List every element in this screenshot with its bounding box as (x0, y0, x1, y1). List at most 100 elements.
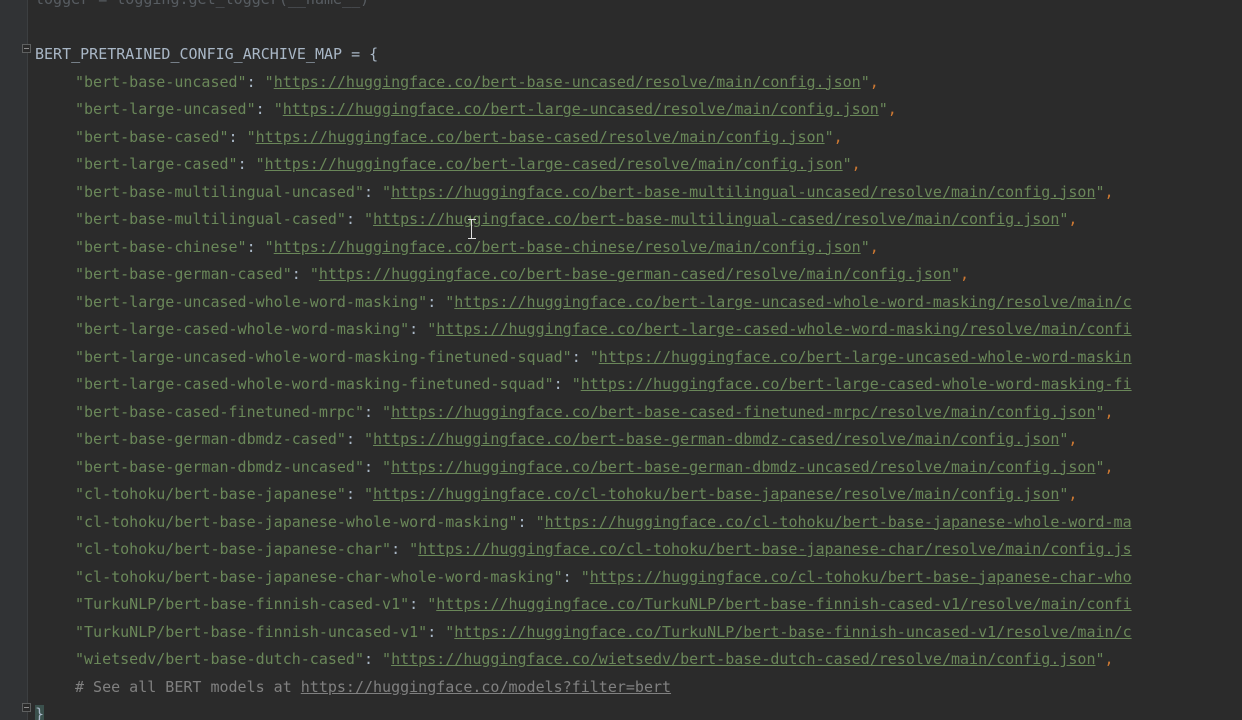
map-entry-line: "cl-tohoku/bert-base-japanese-char": "ht… (35, 536, 1242, 564)
entry-url-link[interactable]: https://huggingface.co/bert-large-cased-… (581, 375, 1132, 393)
comment-link[interactable]: https://huggingface.co/models?filter=ber… (301, 678, 671, 696)
entry-key: "bert-base-german-dbmdz-uncased" (75, 457, 364, 476)
map-entry-line: "bert-base-multilingual-uncased": "https… (35, 179, 1242, 207)
entry-key: "TurkuNLP/bert-base-finnish-uncased-v1" (75, 622, 428, 641)
entry-key: "wietsedv/bert-base-dutch-cased" (75, 650, 364, 668)
map-entry-line: "bert-base-german-cased": "https://huggi… (35, 261, 1242, 289)
entry-colon: : (517, 512, 536, 531)
entry-end-quote: " (842, 155, 852, 173)
entry-colon: : (571, 347, 590, 366)
entry-url-link[interactable]: https://huggingface.co/bert-base-uncased… (274, 73, 861, 91)
entry-url-link[interactable]: https://huggingface.co/bert-large-cased-… (436, 320, 1131, 338)
entry-end-quote: " (860, 237, 870, 256)
fold-close-icon[interactable] (22, 703, 31, 712)
entry-colon: : (345, 430, 364, 448)
entry-comma: , (960, 265, 970, 283)
entry-url-link[interactable]: https://huggingface.co/cl-tohoku/bert-ba… (418, 540, 1131, 558)
entry-url-link[interactable]: https://huggingface.co/cl-tohoku/bert-ba… (545, 513, 1132, 531)
entry-key: "TurkuNLP/bert-base-finnish-cased-v1" (75, 595, 410, 613)
map-entry-line: "bert-base-cased-finetuned-mrpc": "https… (35, 399, 1242, 427)
comment-text: # See all BERT models at (75, 677, 301, 696)
entry-comma: , (1068, 210, 1078, 228)
entry-quote: " (580, 567, 590, 586)
entry-colon: : (562, 567, 581, 586)
editor-gutter[interactable] (0, 0, 28, 720)
entry-quote: " (445, 292, 455, 311)
map-entry-line: "bert-base-german-dbmdz-cased": "https:/… (35, 426, 1242, 454)
entry-comma: , (833, 127, 843, 146)
entry-url-link[interactable]: https://huggingface.co/TurkuNLP/bert-bas… (436, 595, 1131, 613)
entry-colon: : (427, 292, 446, 311)
entry-url-link[interactable]: https://huggingface.co/bert-base-chinese… (274, 238, 861, 256)
entry-key: "bert-base-multilingual-cased" (75, 210, 346, 228)
map-entry-line: "bert-large-uncased-whole-word-masking-f… (35, 344, 1242, 372)
entry-colon: : (246, 72, 265, 91)
entry-colon: : (345, 210, 364, 228)
entry-quote: " (255, 155, 265, 173)
entry-url-link[interactable]: https://huggingface.co/cl-tohoku/bert-ba… (590, 568, 1132, 586)
fold-open-icon[interactable] (22, 44, 31, 53)
entry-end-quote: " (824, 127, 834, 146)
code-area[interactable]: logger = logging.get_logger(__name__) BE… (35, 0, 1242, 720)
entry-url-link[interactable]: https://huggingface.co/bert-base-german-… (373, 430, 1059, 448)
entry-url-link[interactable]: https://huggingface.co/bert-base-cased/r… (256, 128, 825, 146)
entry-colon: : (427, 622, 446, 641)
entry-colon: : (255, 100, 274, 118)
entry-quote: " (273, 100, 283, 118)
map-entry-line: "bert-base-uncased": "https://huggingfac… (35, 69, 1242, 97)
entry-url-link[interactable]: https://huggingface.co/bert-large-cased/… (265, 155, 843, 173)
entry-end-quote: " (951, 265, 961, 283)
entry-quote: " (246, 127, 256, 146)
entry-colon: : (391, 540, 410, 558)
entry-key: "bert-base-cased" (75, 127, 229, 146)
map-name: BERT_PRETRAINED_CONFIG_ARCHIVE_MAP (35, 45, 343, 63)
entry-quote: " (364, 485, 374, 503)
entry-url-link[interactable]: https://huggingface.co/bert-base-german-… (319, 265, 951, 283)
entry-key: "bert-base-german-cased" (75, 265, 292, 283)
code-line-comment: # See all BERT models at https://hugging… (35, 674, 1242, 702)
entry-url-link[interactable]: https://huggingface.co/bert-large-uncase… (599, 348, 1132, 366)
entry-end-quote: " (878, 100, 888, 118)
map-entries: "bert-base-uncased": "https://huggingfac… (35, 69, 1242, 674)
code-editor[interactable]: logger = logging.get_logger(__name__) BE… (0, 0, 1242, 720)
entry-url-link[interactable]: https://huggingface.co/bert-base-cased-f… (391, 403, 1095, 421)
entry-url-link[interactable]: https://huggingface.co/bert-base-multili… (391, 183, 1095, 201)
map-entry-line: "cl-tohoku/bert-base-japanese": "https:/… (35, 481, 1242, 509)
entry-url-link[interactable]: https://huggingface.co/bert-large-uncase… (454, 293, 1131, 311)
entry-key: "bert-base-uncased" (75, 72, 247, 91)
entry-url-link[interactable]: https://huggingface.co/TurkuNLP/bert-bas… (454, 623, 1131, 641)
entry-quote: " (264, 72, 274, 91)
entry-quote: " (364, 210, 374, 228)
entry-key: "cl-tohoku/bert-base-japanese-whole-word… (75, 512, 518, 531)
entry-url-link[interactable]: https://huggingface.co/cl-tohoku/bert-ba… (373, 485, 1059, 503)
entry-key: "bert-large-uncased-whole-word-masking" (75, 292, 428, 311)
entry-colon: : (237, 155, 256, 173)
entry-key: "cl-tohoku/bert-base-japanese" (75, 485, 346, 503)
map-entry-line: "cl-tohoku/bert-base-japanese-whole-word… (35, 509, 1242, 537)
entry-key: "bert-base-cased-finetuned-mrpc" (75, 402, 364, 421)
entry-key: "bert-base-chinese" (75, 237, 247, 256)
map-entry-line: "bert-base-chinese": "https://huggingfac… (35, 234, 1242, 262)
entry-url-link[interactable]: https://huggingface.co/wietsedv/bert-bas… (391, 650, 1095, 668)
map-entry-line: "bert-base-german-dbmdz-uncased": "https… (35, 454, 1242, 482)
entry-comma: , (1104, 402, 1114, 421)
entry-key: "bert-base-multilingual-uncased" (75, 182, 364, 201)
entry-comma: , (1068, 430, 1078, 448)
entry-comma: , (1104, 182, 1114, 201)
entry-end-quote: " (1095, 457, 1105, 476)
entry-quote: " (409, 540, 419, 558)
entry-quote: " (382, 650, 392, 668)
entry-colon: : (363, 182, 383, 201)
entry-comma: , (1104, 650, 1114, 668)
entry-url-link[interactable]: https://huggingface.co/bert-large-uncase… (283, 100, 879, 118)
entry-end-quote: " (1095, 650, 1105, 668)
entry-url-link[interactable]: https://huggingface.co/bert-base-german-… (391, 458, 1095, 476)
entry-colon: : (228, 127, 247, 146)
map-entry-line: "cl-tohoku/bert-base-japanese-char-whole… (35, 564, 1242, 592)
entry-colon: : (409, 595, 428, 613)
entry-quote: " (427, 320, 437, 338)
code-line-closing-brace: } (35, 701, 1242, 720)
entry-quote: " (382, 402, 392, 421)
closing-brace: } (35, 705, 45, 720)
